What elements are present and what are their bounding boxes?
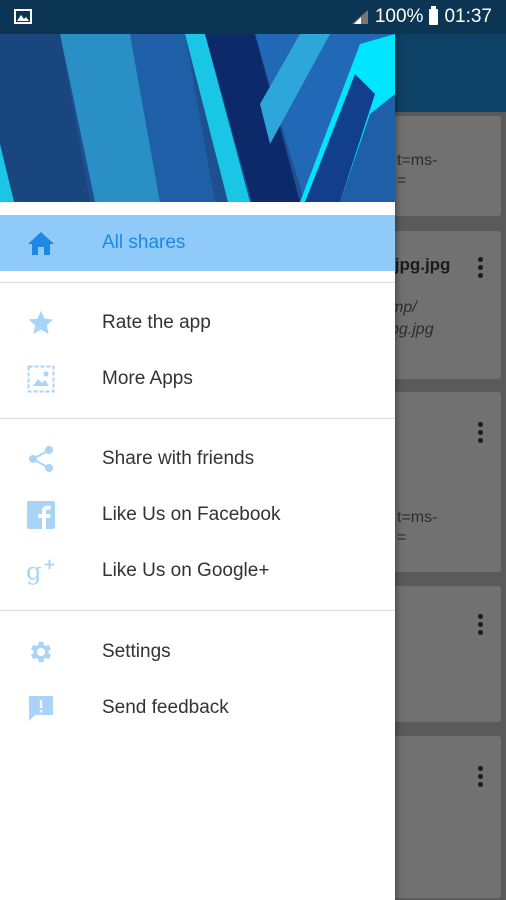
drawer-header-banner [0, 34, 395, 202]
divider [0, 610, 395, 611]
navigation-drawer: All shares Rate the app More Apps Share … [0, 34, 395, 900]
overflow-menu-icon[interactable] [478, 614, 483, 638]
nav-item-label: All shares [102, 232, 186, 253]
home-icon [26, 228, 56, 258]
star-icon [26, 308, 56, 338]
list-item: t=ms- = [387, 392, 501, 572]
background-toolbar [395, 34, 506, 112]
nav-item-label: Send feedback [102, 697, 229, 718]
feedback-icon [26, 693, 56, 723]
nav-item-rate-app[interactable]: Rate the app [0, 295, 395, 351]
svg-text:g: g [26, 556, 42, 585]
gallery-notification-icon [14, 9, 32, 24]
nav-item-label: More Apps [102, 368, 193, 389]
nav-item-settings[interactable]: Settings [0, 624, 395, 680]
status-bar: 100% 01:37 [0, 0, 506, 34]
nav-item-label: Like Us on Facebook [102, 504, 281, 525]
background-app: t=ms- = .jpg.jpg mp/ pg.jpg t=ms- = [387, 34, 506, 900]
list-item: t=ms- = [387, 116, 501, 216]
overflow-menu-icon[interactable] [478, 257, 483, 281]
list-item [387, 736, 501, 898]
list-item [387, 586, 501, 722]
nav-item-label: Settings [102, 641, 171, 662]
battery-percent: 100% [374, 6, 424, 27]
overflow-menu-icon[interactable] [478, 766, 483, 790]
nav-item-feedback[interactable]: Send feedback [0, 680, 395, 736]
google-plus-icon: g [26, 556, 56, 586]
nav-item-facebook[interactable]: Like Us on Facebook [0, 487, 395, 543]
nav-item-label: Rate the app [102, 312, 211, 333]
nav-item-all-shares[interactable]: All shares [0, 215, 395, 271]
list-item: .jpg.jpg mp/ pg.jpg [387, 231, 501, 379]
gear-icon [26, 637, 56, 667]
signal-icon [351, 10, 368, 24]
nav-item-google-plus[interactable]: g Like Us on Google+ [0, 543, 395, 599]
clock: 01:37 [444, 6, 492, 27]
facebook-icon [26, 500, 56, 530]
share-icon [26, 444, 56, 474]
image-icon [26, 364, 56, 394]
nav-item-label: Share with friends [102, 448, 255, 469]
header-art [0, 34, 395, 202]
divider [0, 418, 395, 419]
nav-item-more-apps[interactable]: More Apps [0, 351, 395, 407]
overflow-menu-icon[interactable] [478, 422, 483, 446]
battery-icon [429, 6, 439, 25]
nav-item-share[interactable]: Share with friends [0, 431, 395, 487]
divider [0, 282, 395, 283]
nav-item-label: Like Us on Google+ [102, 560, 270, 581]
